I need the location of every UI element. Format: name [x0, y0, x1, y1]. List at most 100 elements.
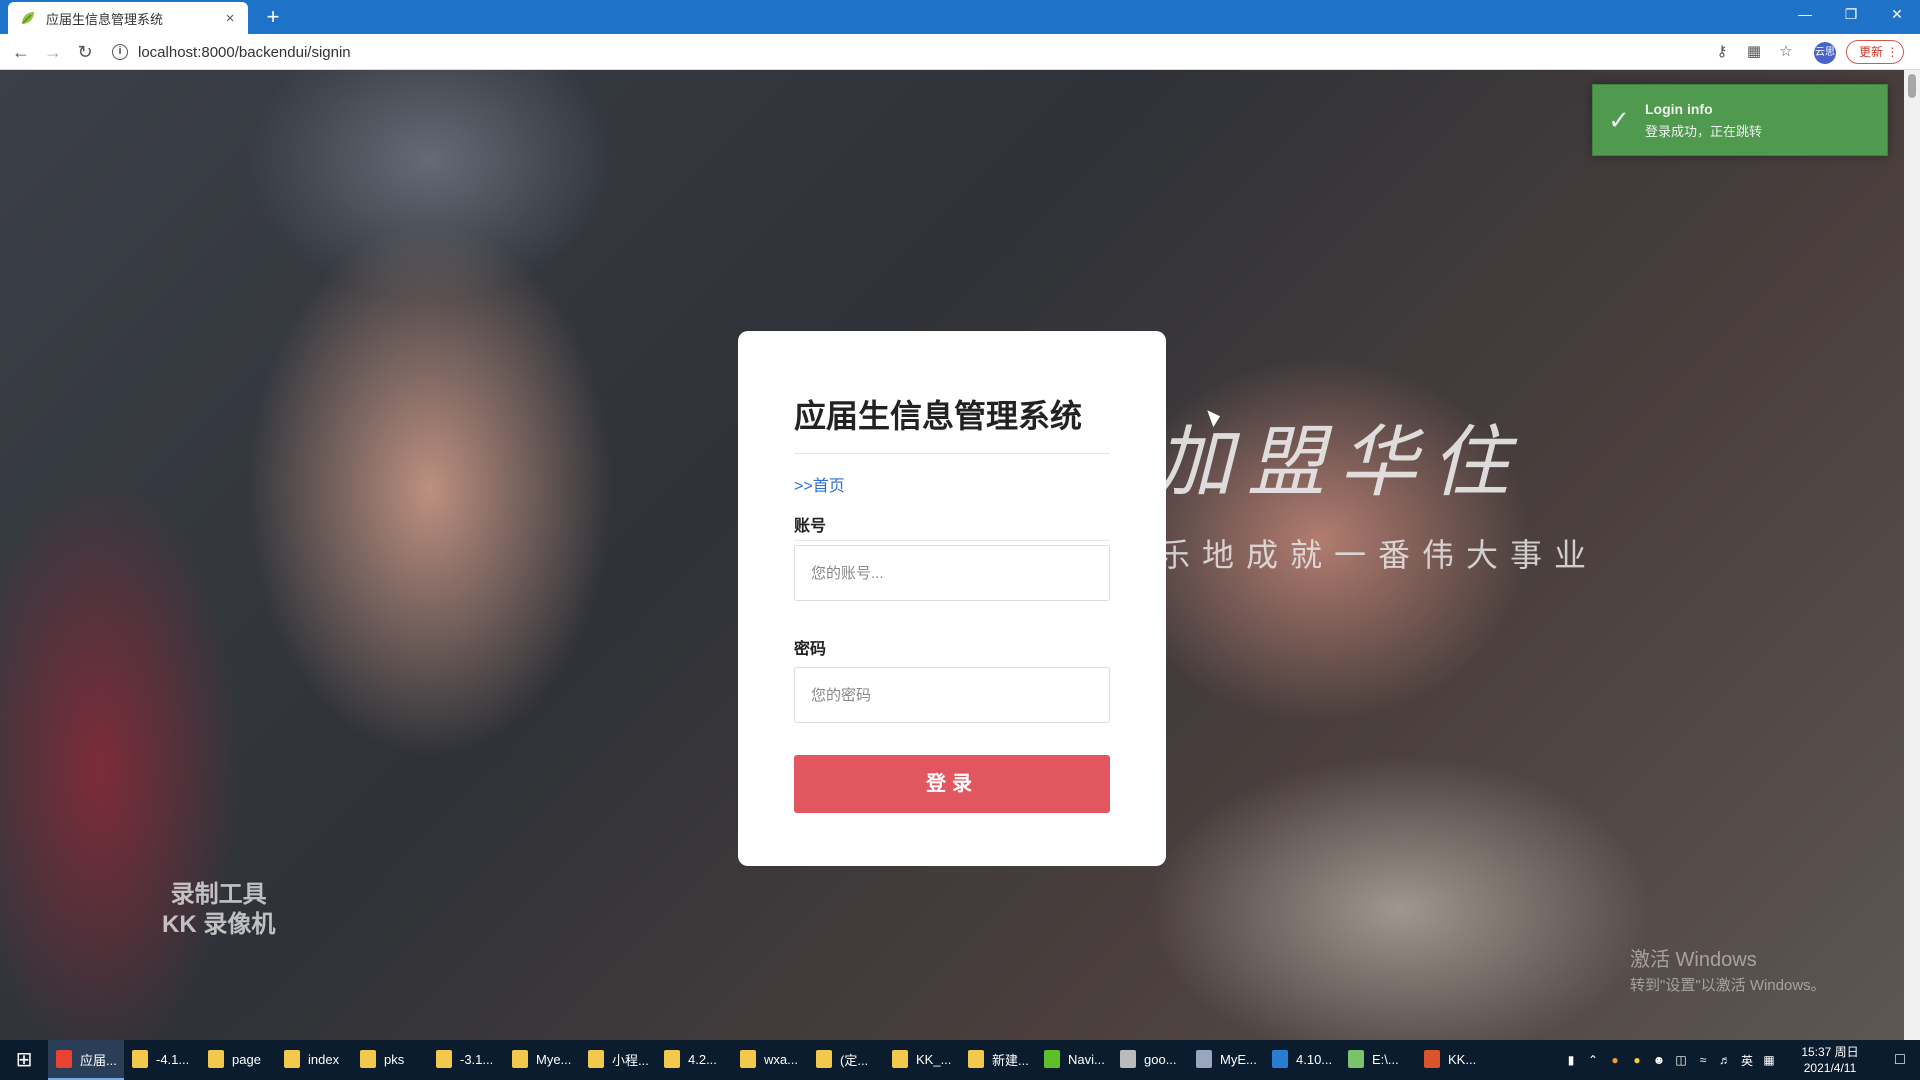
navicat-icon	[1044, 1050, 1060, 1068]
taskbar-item[interactable]: 应届...	[48, 1040, 124, 1080]
browser-tab[interactable]: 应届生信息管理系统 ×	[8, 2, 248, 34]
tray-app-icon[interactable]: ●	[1604, 1053, 1626, 1067]
taskbar-item-label: E:\...	[1372, 1051, 1399, 1067]
back-icon[interactable]: ←	[9, 40, 33, 64]
taskbar-item[interactable]: goo...	[1112, 1040, 1188, 1080]
new-tab-icon[interactable]: +	[260, 4, 286, 30]
account-input[interactable]	[794, 545, 1110, 601]
taskbar-item-label: page	[232, 1051, 261, 1067]
taskbar-item-label: 小程...	[612, 1052, 649, 1068]
scrollbar-thumb[interactable]	[1908, 74, 1916, 98]
activation-hint: 转到"设置"以激活 Windows。	[1630, 977, 1826, 994]
toast-message: 登录成功，正在跳转	[1645, 123, 1763, 139]
taskbar-items: 应届... -4.1... page index pks -3.1... Mye... 小程.…	[48, 1040, 1492, 1080]
taskbar-item[interactable]: pks	[352, 1040, 428, 1080]
taskbar-item[interactable]: KK...	[1416, 1040, 1492, 1080]
folder-icon	[816, 1050, 832, 1068]
bookmark-star-icon[interactable]: ☆	[1776, 42, 1796, 62]
password-input[interactable]	[794, 667, 1110, 723]
taskbar-item[interactable]: Mye...	[504, 1040, 580, 1080]
tray-expand-icon[interactable]: ⌃	[1582, 1053, 1604, 1067]
tab-title: 应届生信息管理系统	[46, 11, 164, 27]
browser-toolbar: ← → ↻ i localhost:8000/backendui/signin …	[0, 34, 1920, 70]
windows-taskbar: ⊞ 应届... -4.1... page index pks -3.1... Mye... 小…	[0, 1040, 1920, 1080]
battery-icon[interactable]: ▮	[1560, 1053, 1582, 1067]
taskbar-item[interactable]: KK_...	[884, 1040, 960, 1080]
watermark-line2: KK 录像机	[162, 911, 276, 938]
taskbar-item[interactable]: wxa...	[732, 1040, 808, 1080]
translate-icon[interactable]: ▦	[1744, 42, 1764, 62]
taskbar-item[interactable]: 4.10...	[1264, 1040, 1340, 1080]
volume-icon[interactable]: ♬	[1714, 1053, 1736, 1067]
taskbar-item-label: index	[308, 1051, 340, 1067]
login-success-toast[interactable]: ✓ Login info 登录成功，正在跳转	[1592, 84, 1888, 156]
taskbar-item[interactable]: (定...	[808, 1040, 884, 1080]
site-info-icon[interactable]: i	[112, 44, 128, 60]
taskbar-item[interactable]: page	[200, 1040, 276, 1080]
forward-icon[interactable]: →	[41, 40, 65, 64]
folder-icon	[284, 1050, 300, 1068]
taskbar-item-label: KK_...	[916, 1051, 952, 1067]
account-label: 账号	[794, 518, 827, 535]
taskbar-item-label: 4.10...	[1296, 1051, 1333, 1067]
ime-indicator[interactable]: 英	[1736, 1052, 1758, 1069]
login-title: 应届生信息管理系统	[794, 398, 1083, 434]
keyboard-icon[interactable]: ▦	[1758, 1053, 1780, 1067]
taskbar-item-label: wxa...	[764, 1051, 798, 1067]
taskbar-item-label: -4.1...	[156, 1051, 190, 1067]
system-clock[interactable]: 15:37 周日 2021/4/11	[1788, 1044, 1872, 1076]
taskbar-item[interactable]: Navi...	[1036, 1040, 1112, 1080]
update-button[interactable]: 更新 ⋮	[1846, 40, 1904, 64]
page-background: 加盟华住 乐地成就一番伟大事业 录制工具 KK 录像机 激活 Windows 转…	[0, 70, 1904, 1040]
window-close-icon[interactable]: ✕	[1874, 0, 1920, 30]
minimize-icon[interactable]: —	[1782, 0, 1828, 30]
taskbar-item[interactable]: 新建...	[960, 1040, 1036, 1080]
page-scrollbar[interactable]	[1904, 70, 1920, 1040]
clock-time: 15:37 周日	[1801, 1045, 1859, 1059]
restore-icon[interactable]: ❐	[1828, 0, 1874, 30]
taskbar-item-label: Mye...	[536, 1051, 572, 1067]
folder-icon	[892, 1050, 908, 1068]
background-slogan-sub: 乐地成就一番伟大事业	[1158, 537, 1599, 573]
taskbar-item[interactable]: E:\...	[1340, 1040, 1416, 1080]
home-link[interactable]: >>首页	[794, 472, 1110, 495]
login-button[interactable]: 登录	[794, 755, 1110, 813]
password-key-icon[interactable]: ⚷	[1712, 42, 1732, 62]
network-icon[interactable]: ◫	[1670, 1053, 1692, 1067]
windows-activation-notice: 激活 Windows 转到"设置"以激活 Windows。	[1630, 943, 1826, 995]
notification-center-icon[interactable]: □	[1880, 1051, 1920, 1069]
taskbar-item-label: -3.1...	[460, 1051, 494, 1067]
taskbar-item[interactable]: 4.2...	[656, 1040, 732, 1080]
taskbar-item[interactable]: MyE...	[1188, 1040, 1264, 1080]
taskbar-item[interactable]: 小程...	[580, 1040, 656, 1080]
taskbar-item-label: goo...	[1144, 1051, 1177, 1067]
address-bar[interactable]: i localhost:8000/backendui/signin	[112, 39, 1692, 65]
reload-icon[interactable]: ↻	[73, 40, 97, 64]
taskbar-item-label: KK...	[1448, 1051, 1477, 1067]
folder-icon	[968, 1050, 984, 1068]
tab-close-icon[interactable]: ×	[222, 10, 238, 27]
address-url: localhost:8000/backendui/signin	[138, 43, 351, 61]
vscode-icon	[1272, 1050, 1288, 1068]
password-label: 密码	[794, 641, 827, 658]
wifi-icon[interactable]: ≈	[1692, 1053, 1714, 1067]
taskbar-item[interactable]: -3.1...	[428, 1040, 504, 1080]
browser-tab-strip: 应届生信息管理系统 × + — ❐ ✕	[0, 0, 1920, 34]
toast-title: Login info	[1645, 100, 1713, 117]
chrome-icon	[56, 1050, 72, 1068]
taskbar-item-label: pks	[384, 1051, 405, 1067]
notepad-icon	[1348, 1050, 1364, 1068]
profile-avatar[interactable]: 云思	[1814, 42, 1836, 64]
folder-icon	[360, 1050, 376, 1068]
windows-start-icon[interactable]: ⊞	[0, 1040, 48, 1080]
login-card: 应届生信息管理系统 >>首页 账号 密码 登录	[738, 331, 1166, 866]
myeclipse-icon	[1196, 1050, 1212, 1068]
taskbar-item[interactable]: -4.1...	[124, 1040, 200, 1080]
tray-app-icon[interactable]: ●	[1626, 1053, 1648, 1067]
taskbar-item[interactable]: index	[276, 1040, 352, 1080]
watermark-line1: 录制工具	[170, 881, 267, 908]
folder-icon	[512, 1050, 528, 1068]
recorder-watermark: 录制工具 KK 录像机	[162, 880, 275, 940]
system-tray: ▮ ⌃ ● ● ☻ ◫ ≈ ♬ 英 ▦ 15:37 周日 2021/4/11 □	[1560, 1040, 1920, 1080]
qq-icon[interactable]: ☻	[1648, 1053, 1670, 1067]
